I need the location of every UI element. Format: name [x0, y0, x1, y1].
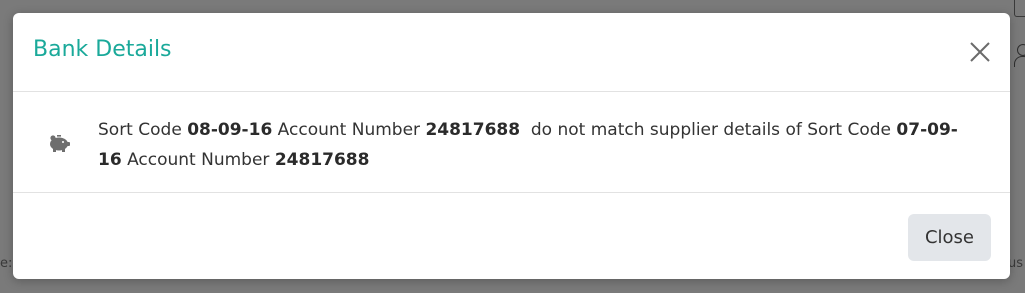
- account-number-given: 24817688: [425, 120, 521, 140]
- piggy-bank-icon: [46, 132, 72, 154]
- modal-header: Bank Details: [13, 13, 1010, 92]
- mismatch-message: Sort Code 08-09-16 Account Number 248176…: [98, 115, 978, 175]
- close-x-icon[interactable]: [968, 40, 992, 64]
- modal-body: Sort Code 08-09-16 Account Number 248176…: [13, 92, 1010, 193]
- user-icon: [1014, 40, 1025, 70]
- background-text-fragment: us: [1008, 256, 1024, 271]
- background-text-fragment: e:: [0, 256, 13, 271]
- modal-footer: Close: [13, 193, 1010, 279]
- sort-code-given: 08-09-16: [187, 120, 273, 140]
- account-number-supplier: 24817688: [274, 150, 370, 170]
- bank-details-modal: Bank Details Sort Code 08-09-16 Account …: [13, 13, 1010, 279]
- message-text: Sort Code: [98, 120, 188, 140]
- close-button[interactable]: Close: [908, 214, 991, 261]
- message-text: do not match supplier details of Sort Co…: [520, 120, 897, 140]
- background-icon: [1014, 0, 1025, 17]
- modal-title: Bank Details: [33, 37, 172, 62]
- message-text: Account Number: [272, 120, 426, 140]
- message-text: Account Number: [121, 150, 275, 170]
